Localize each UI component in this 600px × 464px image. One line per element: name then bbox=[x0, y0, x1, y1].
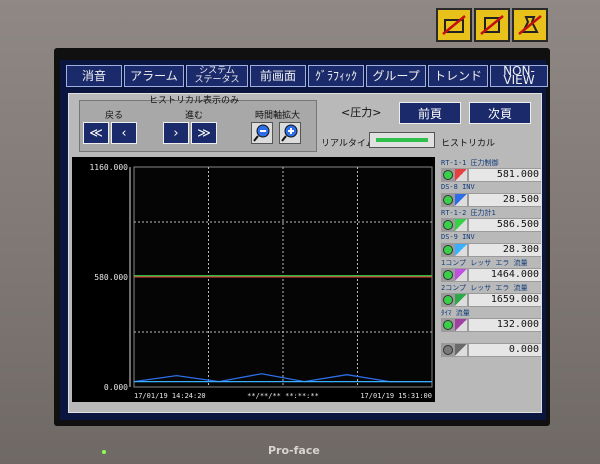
back-label: 戻る bbox=[105, 111, 124, 121]
legend-title: DS-8 INV bbox=[441, 183, 475, 191]
y-tick-label: 0.000 bbox=[104, 383, 128, 392]
legend-title: 2コンプ レッサ エラ 流量 bbox=[441, 284, 528, 292]
trend-panel: ヒストリカル表示のみ 戻る 進む ≪ ‹ › ≫ 時間軸拡大 <圧力> 前頁 次… bbox=[68, 93, 542, 413]
legend-title: ﾀｲﾏ 流量 bbox=[441, 309, 470, 317]
forward-fast-button[interactable]: ≫ bbox=[191, 122, 217, 144]
realtime-label: リアルタイム bbox=[321, 139, 375, 149]
status-dot-icon bbox=[443, 345, 453, 355]
status-dot-icon bbox=[443, 320, 453, 330]
legend-title: RT-1-1 圧力制御 bbox=[441, 159, 499, 167]
zoom-label: 時間軸拡大 bbox=[255, 111, 301, 121]
status-dot-icon bbox=[443, 295, 453, 305]
legend-title: RT-1-2 圧力計1 bbox=[441, 209, 496, 217]
caution-icons bbox=[436, 8, 548, 42]
page-title: <圧力> bbox=[341, 106, 382, 119]
x-tick-label: 17/01/19 14:24:20 bbox=[134, 392, 206, 400]
x-tick-label: **/**/** **:**:** bbox=[247, 392, 319, 400]
realtime-toggle[interactable] bbox=[369, 132, 435, 148]
legend-row[interactable]: 581.000 bbox=[441, 168, 541, 182]
legend-row[interactable]: 0.000 bbox=[441, 343, 541, 357]
y-tick-label: 580.000 bbox=[94, 273, 128, 282]
pen-color-icon bbox=[455, 169, 467, 181]
pen-color-icon bbox=[455, 194, 467, 206]
pen-color-icon bbox=[455, 269, 467, 281]
zoom-out-icon bbox=[253, 124, 270, 142]
pen-color-icon bbox=[455, 219, 467, 231]
prev-page-button[interactable]: 前頁 bbox=[399, 102, 461, 124]
legend-row[interactable]: 1659.000 bbox=[441, 293, 541, 307]
pen-color-icon bbox=[455, 319, 467, 331]
menu-group[interactable]: グループ bbox=[366, 65, 426, 87]
legend-value: 0.000 bbox=[469, 344, 541, 356]
legend-row[interactable]: 28.300 bbox=[441, 243, 541, 257]
zoom-in-button[interactable] bbox=[279, 122, 301, 144]
status-dot-icon bbox=[443, 170, 453, 180]
zoom-out-button[interactable] bbox=[251, 122, 273, 144]
history-only-label: ヒストリカル表示のみ bbox=[149, 96, 240, 106]
status-dot-icon bbox=[443, 195, 453, 205]
status-dot-icon bbox=[443, 245, 453, 255]
legend-title: DS-9 INV bbox=[441, 233, 475, 241]
no-cleaner-icon bbox=[474, 8, 510, 42]
no-chemical-icon bbox=[512, 8, 548, 42]
pen-color-icon bbox=[455, 344, 467, 356]
x-tick-label: 17/01/19 15:31:00 bbox=[360, 392, 432, 400]
brand-logo: Pro-face bbox=[268, 444, 320, 457]
status-dot-icon bbox=[443, 270, 453, 280]
menu-mute[interactable]: 消音 bbox=[66, 65, 122, 87]
historical-label: ヒストリカル bbox=[441, 139, 496, 149]
menu-alarm[interactable]: アラーム bbox=[124, 65, 184, 87]
legend-value: 586.500 bbox=[469, 219, 541, 231]
legend-list: RT-1-1 圧力制御 581.000 DS-8 INV 28.500 RT-1-2 圧… bbox=[441, 158, 541, 358]
legend-value: 132.000 bbox=[469, 319, 541, 331]
menu-system-status[interactable]: システム ステータス bbox=[186, 65, 248, 87]
pen-color-icon bbox=[455, 294, 467, 306]
pen-color-icon bbox=[455, 244, 467, 256]
hmi-screen: 消音 アラーム システム ステータス 前画面 ｸﾞﾗﾌｨｯｸ グループ トレンド… bbox=[60, 60, 548, 420]
y-tick-label: 1160.000 bbox=[89, 163, 128, 172]
no-tool-icon bbox=[436, 8, 472, 42]
back-one-button[interactable]: ‹ bbox=[111, 122, 137, 144]
power-led bbox=[102, 450, 106, 454]
menu-previous-screen[interactable]: 前画面 bbox=[250, 65, 306, 87]
legend-title: 1コンプ レッサ エラ 流量 bbox=[441, 259, 528, 267]
forward-label: 進む bbox=[185, 111, 204, 121]
top-menu-bar: 消音 アラーム システム ステータス 前画面 ｸﾞﾗﾌｨｯｸ グループ トレンド… bbox=[66, 65, 548, 87]
zoom-in-icon bbox=[281, 124, 298, 142]
legend-value: 28.300 bbox=[469, 244, 541, 256]
legend-value: 28.500 bbox=[469, 194, 541, 206]
legend-value: 1464.000 bbox=[469, 269, 541, 281]
menu-trend[interactable]: トレンド bbox=[428, 65, 488, 87]
legend-row[interactable]: 28.500 bbox=[441, 193, 541, 207]
status-dot-icon bbox=[443, 220, 453, 230]
trend-chart: 1160.000 580.000 0.000 17/01/19 14:24:20 **/… bbox=[72, 157, 435, 402]
legend-title bbox=[441, 333, 541, 343]
legend-row[interactable]: 132.000 bbox=[441, 318, 541, 332]
legend-value: 581.000 bbox=[469, 169, 541, 181]
menu-non-view[interactable]: NON-VIEW bbox=[490, 65, 548, 87]
trend-chart-svg: 1160.000 580.000 0.000 17/01/19 14:24:20 **/… bbox=[89, 163, 433, 400]
legend-value: 1659.000 bbox=[469, 294, 541, 306]
next-page-button[interactable]: 次頁 bbox=[469, 102, 531, 124]
legend-row[interactable]: 1464.000 bbox=[441, 268, 541, 282]
menu-graphic[interactable]: ｸﾞﾗﾌｨｯｸ bbox=[308, 65, 364, 87]
back-fast-button[interactable]: ≪ bbox=[83, 122, 109, 144]
legend-row[interactable]: 586.500 bbox=[441, 218, 541, 232]
forward-one-button[interactable]: › bbox=[163, 122, 189, 144]
